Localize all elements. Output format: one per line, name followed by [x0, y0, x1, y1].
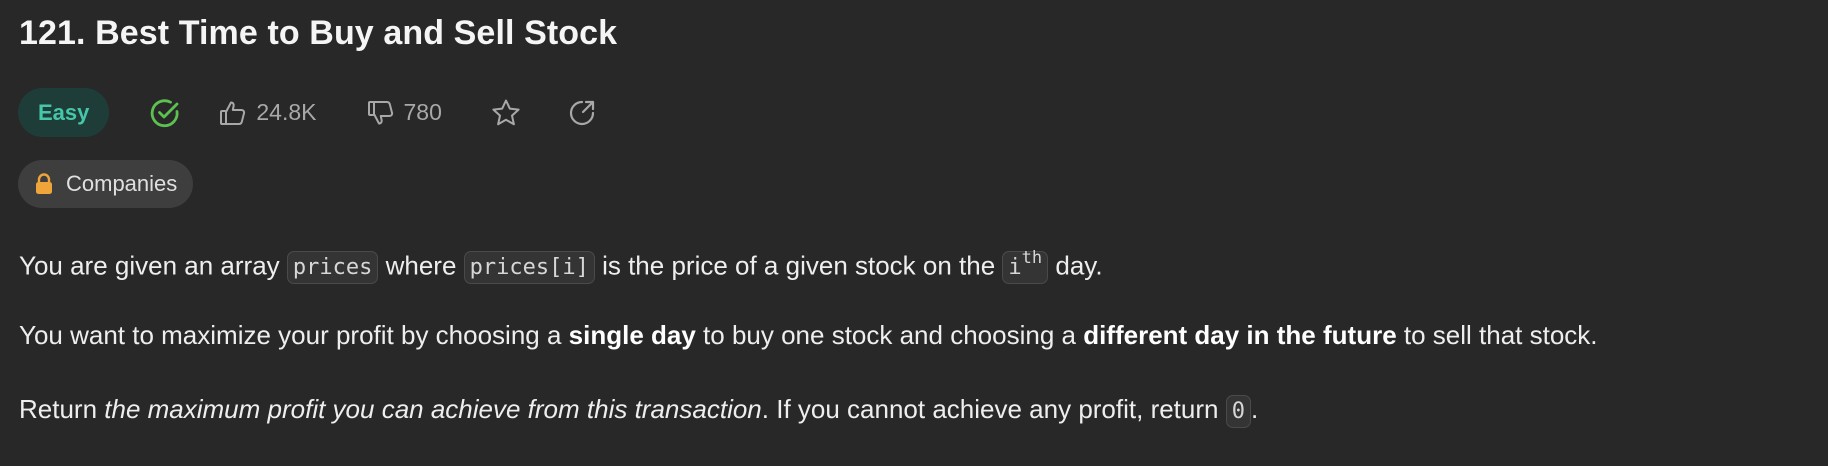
- difficulty-badge[interactable]: Easy: [18, 88, 110, 137]
- text-segment: . If you cannot achieve any profit, retu…: [761, 394, 1226, 424]
- description-paragraph-1: You are given an array prices where pric…: [19, 244, 1103, 285]
- like-count: 24.8K: [256, 99, 317, 125]
- problem-title: 121. Best Time to Buy and Sell Stock: [19, 14, 618, 52]
- like-button[interactable]: 24.8K: [219, 99, 317, 127]
- inline-code-prices: prices: [286, 251, 379, 285]
- inline-code-zero: 0: [1225, 395, 1251, 428]
- thumbs-up-icon: [219, 99, 247, 127]
- text-segment: Return: [19, 394, 105, 424]
- lock-icon: [34, 173, 54, 195]
- star-icon: [490, 97, 522, 129]
- inline-code-ith: ith: [1002, 248, 1049, 285]
- companies-button[interactable]: Companies: [18, 160, 194, 208]
- companies-label: Companies: [66, 171, 178, 196]
- bold-text: single day: [568, 320, 696, 350]
- thumbs-down-icon: [367, 99, 395, 127]
- dislike-count: 780: [403, 99, 442, 125]
- text-segment: is the price of a given stock on the: [594, 250, 1003, 281]
- problem-panel: 121. Best Time to Buy and Sell Stock Eas…: [0, 0, 1828, 466]
- dislike-button[interactable]: 780: [367, 99, 442, 127]
- text-segment: where: [378, 250, 464, 281]
- favorite-button[interactable]: [490, 97, 522, 129]
- description-paragraph-2: You want to maximize your profit by choo…: [19, 318, 1598, 352]
- code-base: i: [1008, 255, 1022, 281]
- text-segment: day.: [1048, 250, 1103, 281]
- share-icon: [567, 98, 597, 128]
- text-segment: You want to maximize your profit by choo…: [19, 320, 569, 350]
- check-circle-icon: [149, 97, 181, 129]
- text-segment: to sell that stock.: [1396, 320, 1598, 350]
- text-segment: to buy one stock and choosing a: [695, 320, 1084, 350]
- italic-text: the maximum profit you can achieve from …: [104, 394, 762, 424]
- share-button[interactable]: [567, 98, 597, 128]
- text-segment: .: [1250, 394, 1259, 424]
- bold-text: different day in the future: [1083, 320, 1397, 350]
- inline-code-prices-i: prices[i]: [463, 251, 595, 285]
- description-paragraph-3: Return the maximum profit you can achiev…: [19, 392, 1258, 429]
- text-segment: You are given an array: [19, 250, 287, 281]
- problem-meta-row: Easy 24.8K 780: [18, 88, 597, 137]
- code-superscript: th: [1021, 248, 1043, 268]
